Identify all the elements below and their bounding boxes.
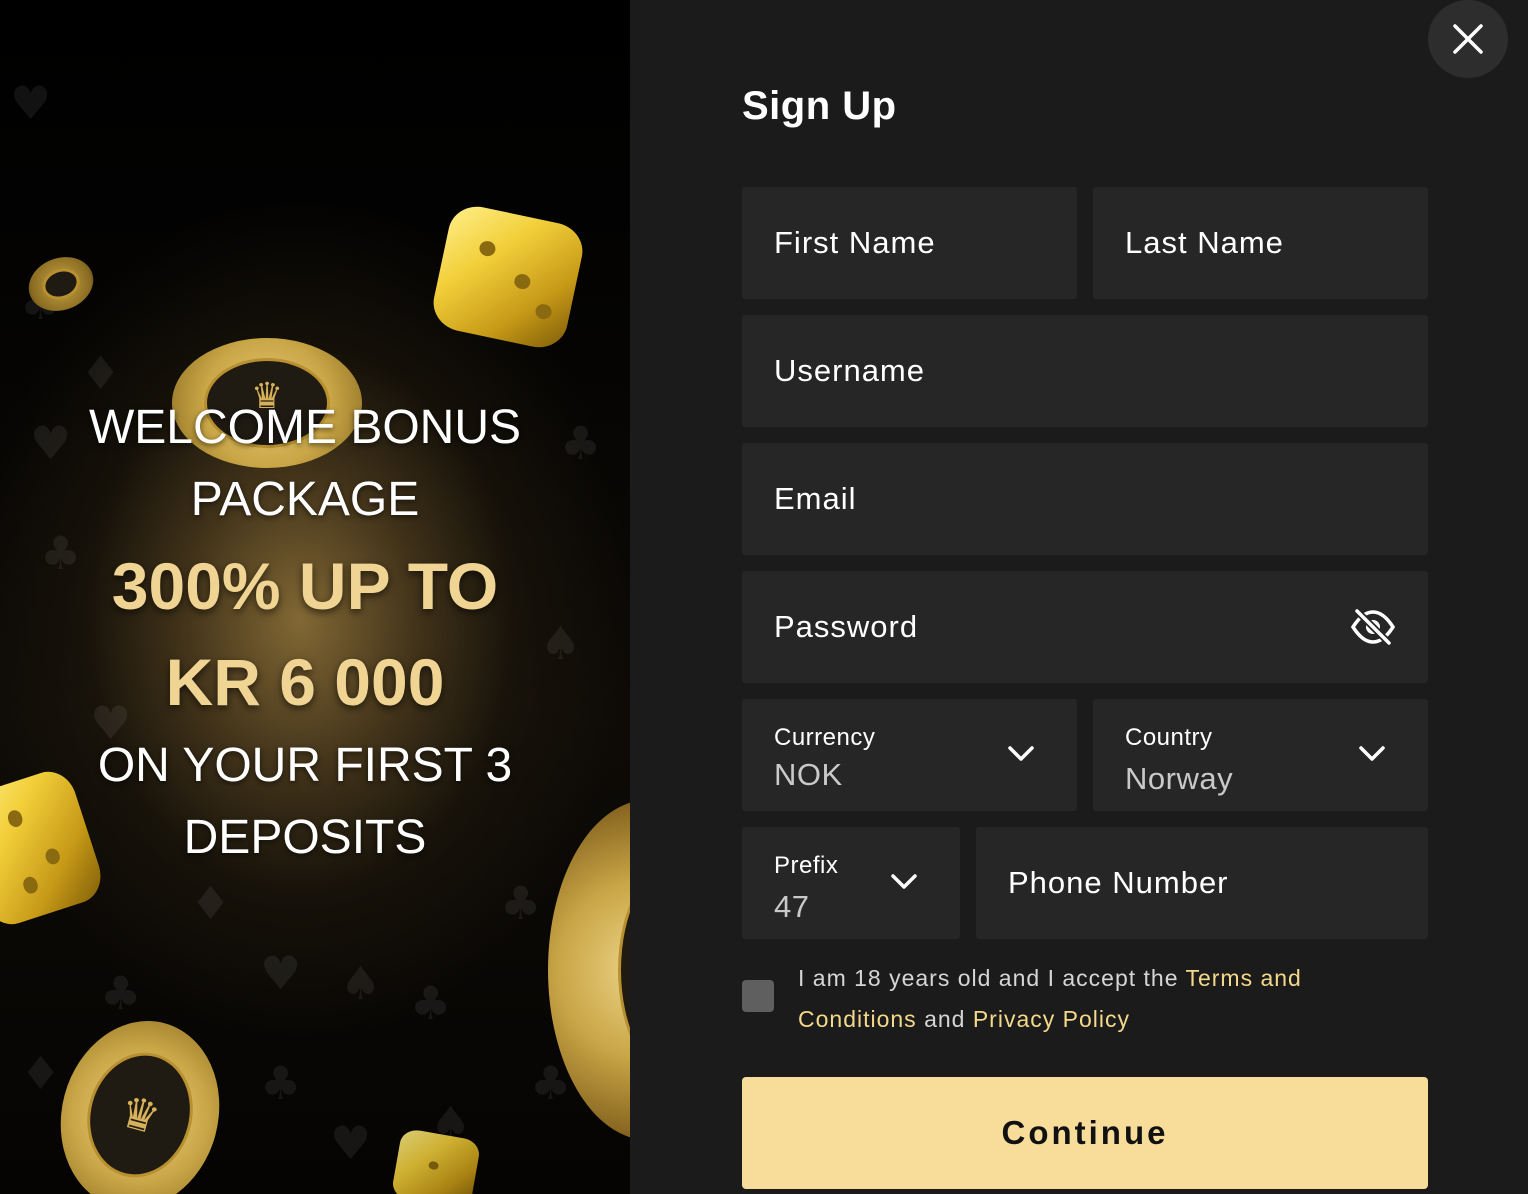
first-name-placeholder: First Name xyxy=(774,225,936,260)
email-field[interactable]: Email xyxy=(742,443,1428,555)
username-placeholder: Username xyxy=(774,353,925,388)
eye-off-icon[interactable] xyxy=(1350,607,1396,647)
chevron-down-icon xyxy=(1359,746,1385,761)
country-label: Country xyxy=(1125,724,1213,751)
promo-welcome-line: WELCOME BONUS xyxy=(88,401,522,454)
close-icon xyxy=(1453,24,1483,54)
email-placeholder: Email xyxy=(774,481,857,516)
close-button[interactable] xyxy=(1428,0,1508,78)
country-value: Norway xyxy=(1125,761,1234,796)
chevron-down-icon xyxy=(1008,746,1034,761)
last-name-field[interactable]: Last Name xyxy=(1093,187,1428,299)
promo-package-line: PACKAGE xyxy=(190,473,420,526)
agree-text-middle: and xyxy=(916,1006,973,1032)
age-terms-checkbox[interactable] xyxy=(742,980,774,1012)
phone-number-field[interactable]: Phone Number xyxy=(976,827,1428,939)
prefix-label: Prefix xyxy=(774,852,839,879)
currency-value: NOK xyxy=(774,757,843,792)
last-name-placeholder: Last Name xyxy=(1125,225,1284,260)
age-terms-text: I am 18 years old and I accept the Terms… xyxy=(798,958,1398,1040)
first-name-field[interactable]: First Name xyxy=(742,187,1077,299)
currency-label: Currency xyxy=(774,724,876,751)
promo-percent-line: 300% UP TO xyxy=(111,549,499,623)
privacy-policy-link[interactable]: Privacy Policy xyxy=(973,1006,1130,1032)
password-field[interactable]: Password xyxy=(742,571,1428,683)
promo-amount-line: KR 6 000 xyxy=(165,645,445,719)
currency-select[interactable]: Currency NOK xyxy=(742,699,1077,811)
promo-panel: ♣ ♦ ♥ ♣ ♠ ♣ ♣ ♦ ♦ ♥ ♠ ♣ ♣ ♦ ♣ ♥ ♠ ♣ ♥ ♠ … xyxy=(0,0,630,1194)
prefix-value: 47 xyxy=(774,889,810,924)
username-field[interactable]: Username xyxy=(742,315,1428,427)
country-select[interactable]: Country Norway xyxy=(1093,699,1428,811)
chevron-down-icon xyxy=(891,874,917,889)
continue-button[interactable]: Continue xyxy=(742,1077,1428,1189)
promo-deposits-line-2: DEPOSITS xyxy=(183,811,427,864)
page-title: Sign Up xyxy=(742,84,897,128)
agree-text-start: I am 18 years old and I accept the xyxy=(798,965,1186,991)
password-placeholder: Password xyxy=(774,609,919,644)
phone-number-placeholder: Phone Number xyxy=(1008,865,1229,900)
prefix-select[interactable]: Prefix 47 xyxy=(742,827,960,939)
promo-deposits-line: ON YOUR FIRST 3 xyxy=(97,739,513,792)
